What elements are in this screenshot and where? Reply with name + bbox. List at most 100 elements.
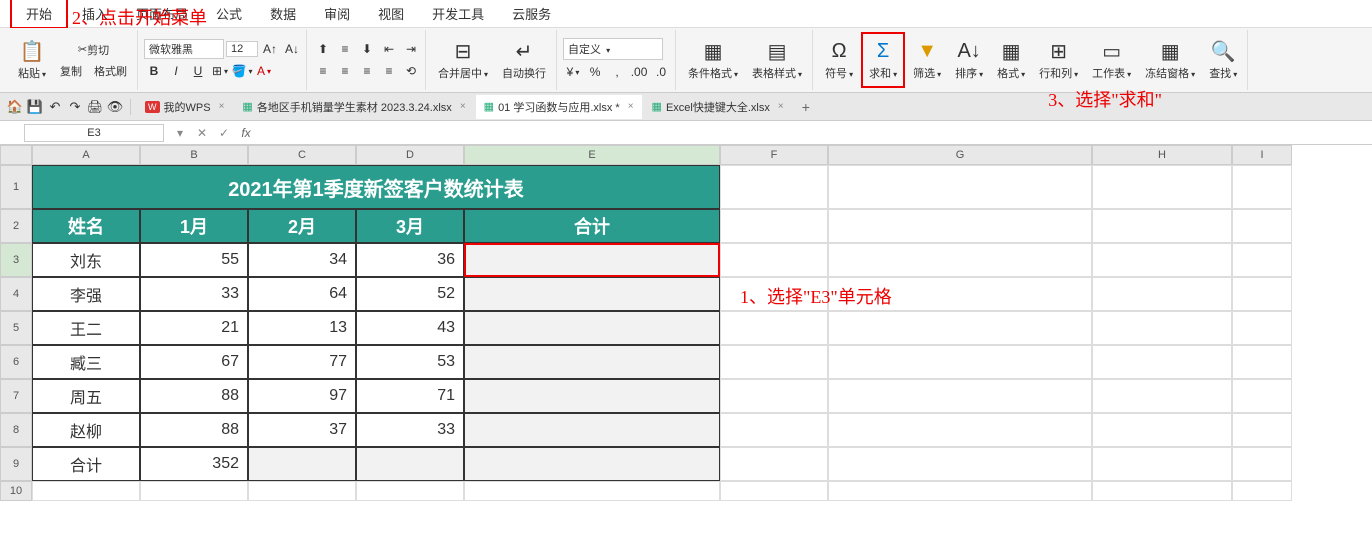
decrease-decimal-button[interactable]: .0: [651, 62, 671, 82]
accept-formula-button[interactable]: ✓: [216, 125, 232, 141]
cell[interactable]: [1232, 447, 1292, 481]
align-left-button[interactable]: ≡: [313, 61, 333, 81]
find-button[interactable]: 🔍 查找▾: [1203, 32, 1243, 88]
redo-icon[interactable]: ↷: [66, 98, 84, 116]
cell[interactable]: 64: [248, 277, 356, 311]
row-header-4[interactable]: 4: [0, 277, 32, 311]
cell[interactable]: [828, 165, 1092, 209]
cell[interactable]: 34: [248, 243, 356, 277]
menu-view[interactable]: 视图: [364, 0, 418, 27]
cancel-formula-button[interactable]: ✕: [194, 125, 210, 141]
cell[interactable]: [720, 379, 828, 413]
menu-dev-tools[interactable]: 开发工具: [418, 0, 498, 27]
sort-button[interactable]: A↓ 排序▾: [949, 32, 989, 88]
format-painter-button[interactable]: 格式刷: [88, 61, 133, 81]
format-button[interactable]: ▦ 格式▾: [991, 32, 1031, 88]
cell[interactable]: [1092, 277, 1232, 311]
cell[interactable]: [1232, 345, 1292, 379]
cell[interactable]: [828, 413, 1092, 447]
doc-tab-2[interactable]: ▦01 学习函数与应用.xlsx *×: [476, 95, 642, 119]
cell[interactable]: 43: [356, 311, 464, 345]
close-icon[interactable]: ×: [460, 101, 466, 112]
title-cell[interactable]: 2021年第1季度新签客户数统计表: [32, 165, 720, 209]
col-header-g[interactable]: G: [828, 145, 1092, 165]
cell[interactable]: [1092, 345, 1232, 379]
cell[interactable]: 刘东: [32, 243, 140, 277]
cell[interactable]: [828, 277, 1092, 311]
col-header-d[interactable]: D: [356, 145, 464, 165]
row-header-10[interactable]: 10: [0, 481, 32, 501]
cell[interactable]: [720, 209, 828, 243]
print-icon[interactable]: 🖨: [86, 98, 104, 116]
row-header-8[interactable]: 8: [0, 413, 32, 447]
font-size-select[interactable]: 12: [226, 41, 258, 57]
cell[interactable]: [720, 481, 828, 501]
row-header-2[interactable]: 2: [0, 209, 32, 243]
bold-button[interactable]: B: [144, 61, 164, 81]
number-format-select[interactable]: 自定义 ▾: [563, 38, 663, 60]
sum-button[interactable]: Σ 求和▾: [861, 32, 905, 88]
col-header-h[interactable]: H: [1092, 145, 1232, 165]
cell[interactable]: [828, 481, 1092, 501]
menu-page-layout[interactable]: 页面布局: [122, 0, 202, 27]
cell[interactable]: 李强: [32, 277, 140, 311]
cell[interactable]: [464, 345, 720, 379]
cell[interactable]: 21: [140, 311, 248, 345]
header-cell[interactable]: 2月: [248, 209, 356, 243]
menu-data[interactable]: 数据: [256, 0, 310, 27]
close-icon[interactable]: ×: [778, 101, 784, 112]
conditional-format-button[interactable]: ▦ 条件格式▾: [682, 32, 744, 88]
cell[interactable]: [1092, 209, 1232, 243]
cell[interactable]: [1232, 243, 1292, 277]
cell[interactable]: 周五: [32, 379, 140, 413]
cell[interactable]: [140, 481, 248, 501]
cell[interactable]: [1232, 165, 1292, 209]
col-header-a[interactable]: A: [32, 145, 140, 165]
comma-button[interactable]: ,: [607, 62, 627, 82]
cell[interactable]: [464, 447, 720, 481]
close-icon[interactable]: ×: [628, 101, 634, 112]
menu-home[interactable]: 开始: [10, 0, 68, 29]
cell[interactable]: 71: [356, 379, 464, 413]
cell[interactable]: [1092, 413, 1232, 447]
cell[interactable]: [1092, 447, 1232, 481]
cell[interactable]: 77: [248, 345, 356, 379]
menu-review[interactable]: 审阅: [310, 0, 364, 27]
cell[interactable]: 53: [356, 345, 464, 379]
select-all-corner[interactable]: [0, 145, 32, 165]
cell[interactable]: [248, 447, 356, 481]
cell[interactable]: [1232, 481, 1292, 501]
font-name-select[interactable]: 微软雅黑: [144, 39, 224, 59]
row-header-9[interactable]: 9: [0, 447, 32, 481]
cell[interactable]: [32, 481, 140, 501]
preview-icon[interactable]: 👁: [106, 98, 124, 116]
cell[interactable]: [356, 481, 464, 501]
align-right-button[interactable]: ≡: [357, 61, 377, 81]
merge-center-button[interactable]: ⊟ 合并居中▾: [432, 32, 494, 88]
increase-font-button[interactable]: A↑: [260, 39, 280, 59]
cell[interactable]: 33: [356, 413, 464, 447]
home-icon[interactable]: 🏠: [6, 98, 24, 116]
cell[interactable]: [248, 481, 356, 501]
selected-cell-e3[interactable]: [464, 243, 720, 277]
row-header-7[interactable]: 7: [0, 379, 32, 413]
cell[interactable]: [828, 447, 1092, 481]
add-tab-button[interactable]: +: [794, 97, 818, 117]
orientation-button[interactable]: ⟲: [401, 61, 421, 81]
increase-decimal-button[interactable]: .00: [629, 62, 649, 82]
cell[interactable]: [828, 311, 1092, 345]
wrap-text-button[interactable]: ↵ 自动换行: [496, 32, 552, 88]
cell[interactable]: [720, 277, 828, 311]
header-cell[interactable]: 3月: [356, 209, 464, 243]
col-header-i[interactable]: I: [1232, 145, 1292, 165]
align-bottom-button[interactable]: ⬇: [357, 39, 377, 59]
cell[interactable]: [720, 243, 828, 277]
header-cell[interactable]: 姓名: [32, 209, 140, 243]
cell[interactable]: 王二: [32, 311, 140, 345]
cell[interactable]: [720, 413, 828, 447]
col-header-f[interactable]: F: [720, 145, 828, 165]
cell[interactable]: [464, 413, 720, 447]
cell[interactable]: 97: [248, 379, 356, 413]
undo-icon[interactable]: ↶: [46, 98, 64, 116]
doc-tab-3[interactable]: ▦Excel快捷键大全.xlsx×: [644, 95, 792, 119]
